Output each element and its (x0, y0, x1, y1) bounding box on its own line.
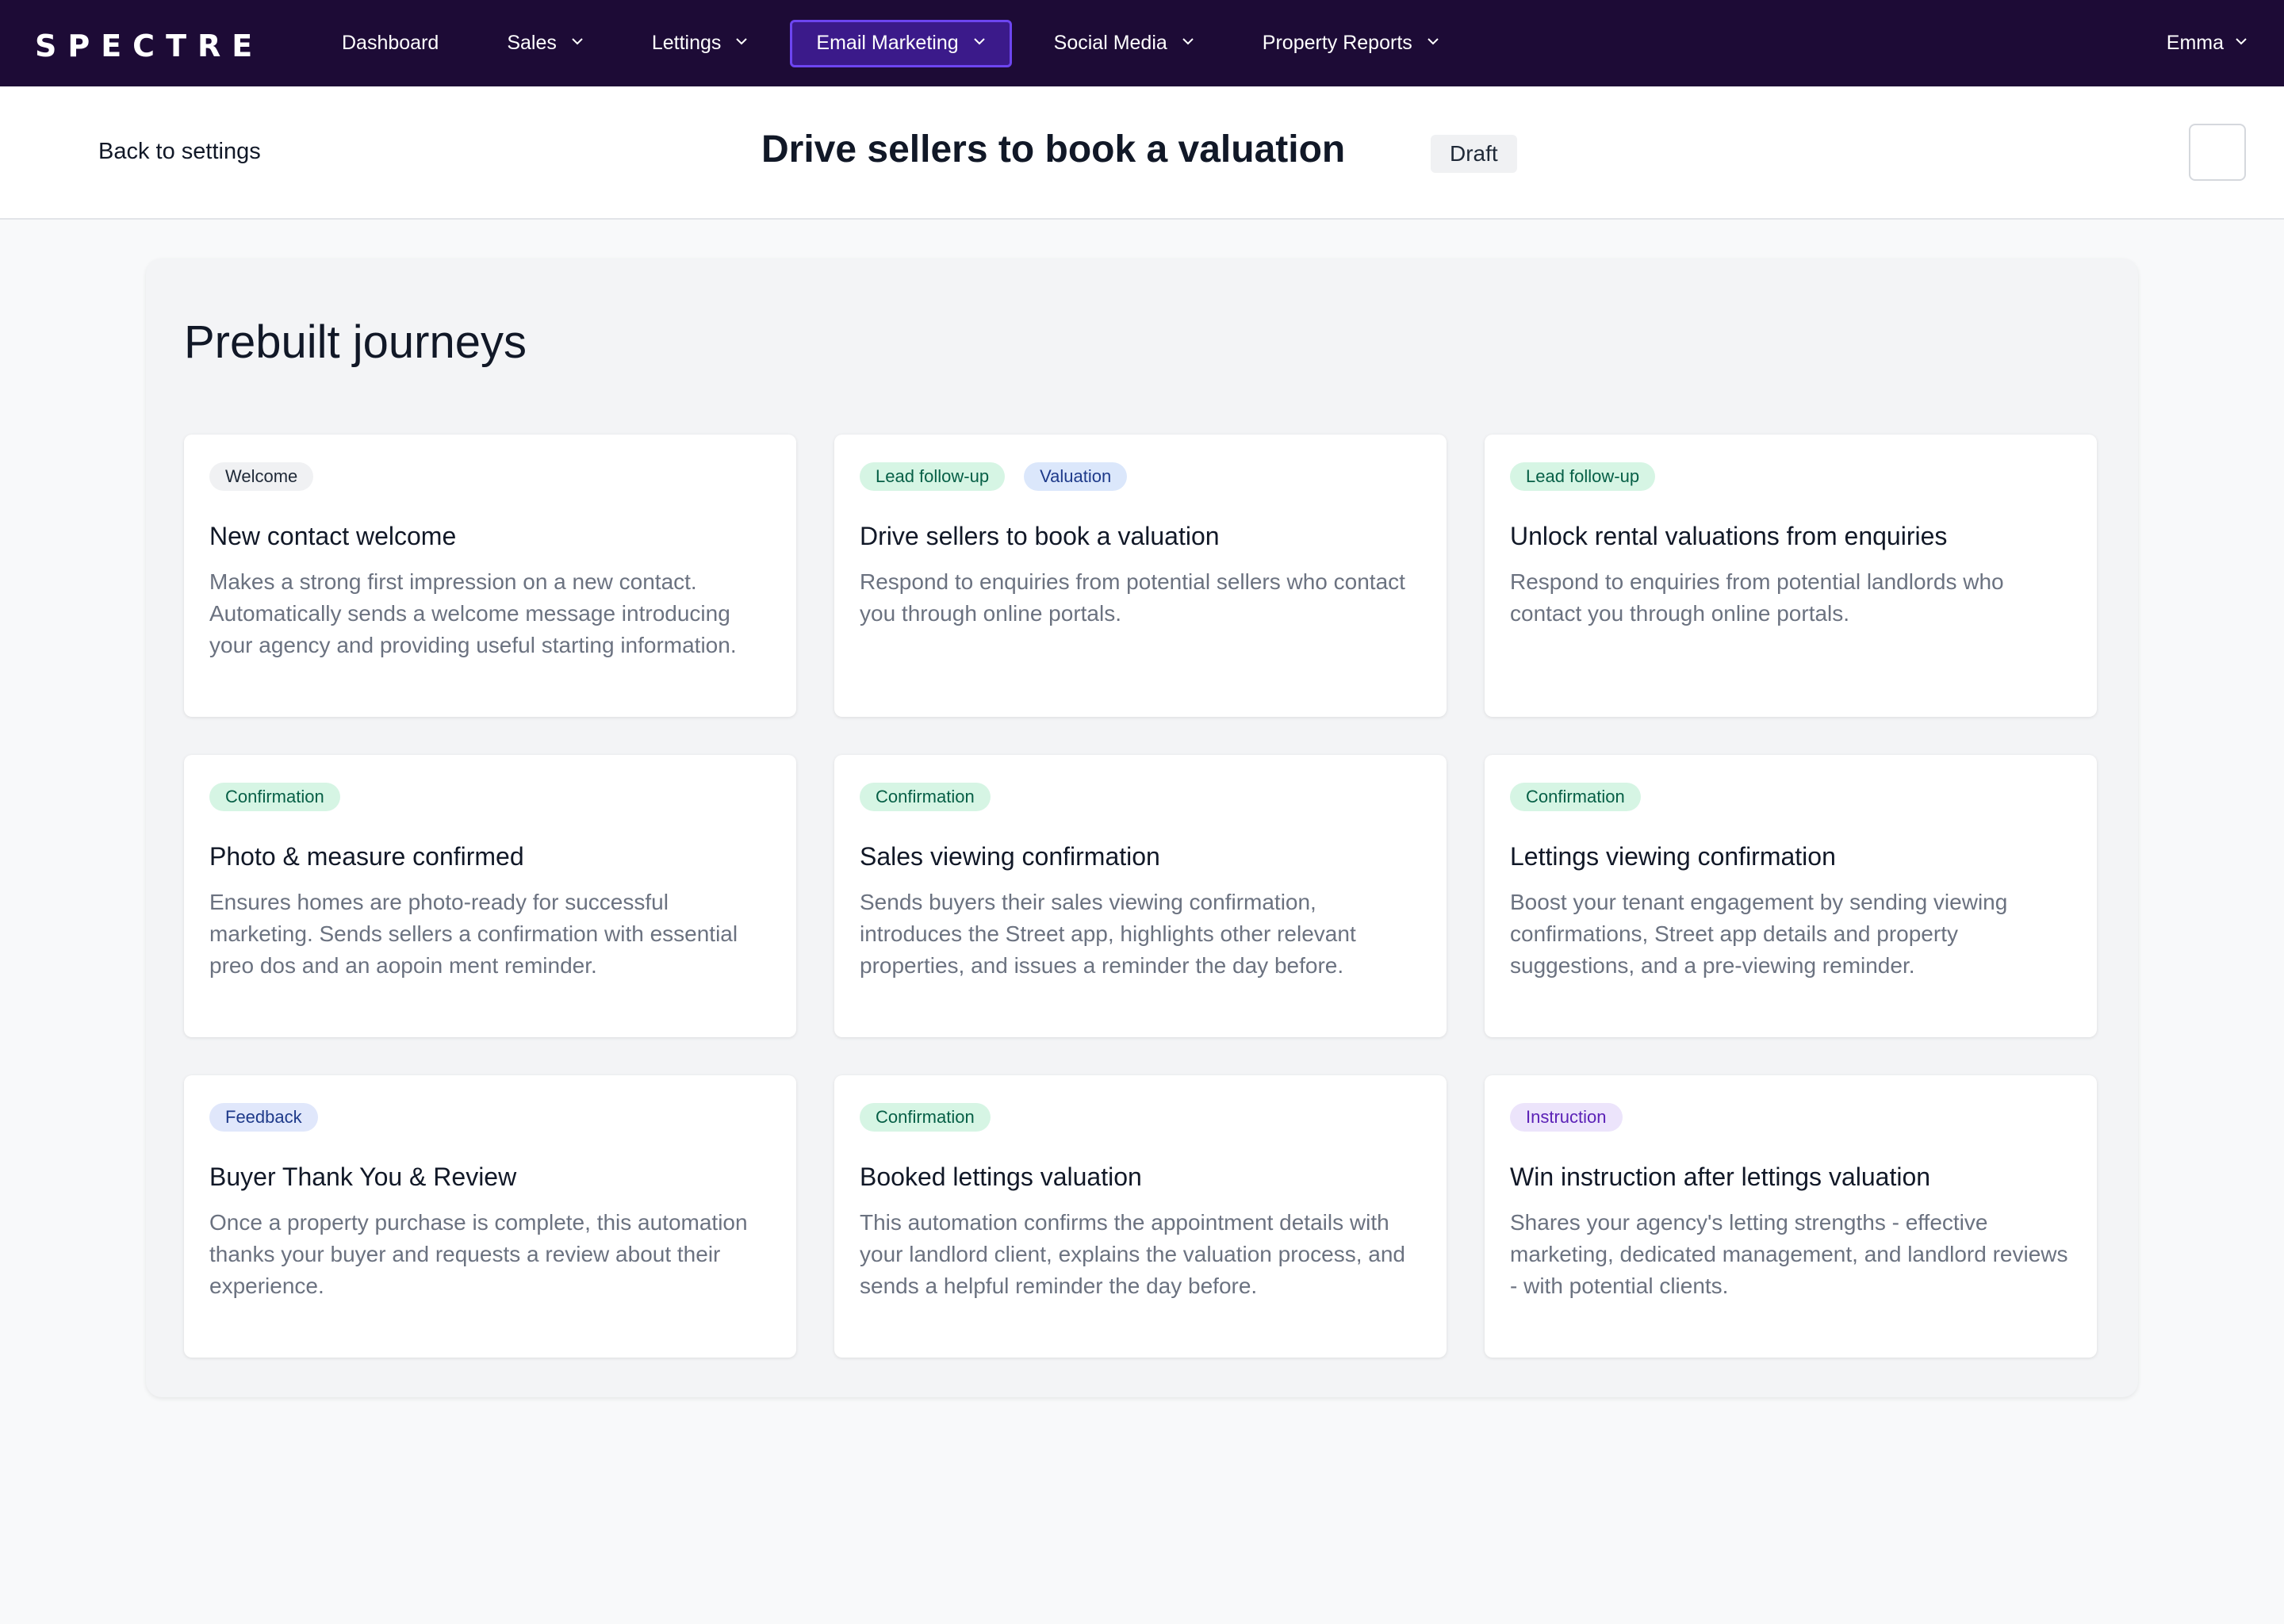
tag-lead-follow-up: Lead follow-up (860, 462, 1006, 491)
chevron-down-icon (1427, 35, 1439, 48)
nav-item-label: Dashboard (342, 32, 439, 54)
chevron-down-icon (735, 35, 748, 48)
nav-item-label: Sales (507, 32, 557, 54)
tag-confirmation: Confirmation (209, 783, 340, 811)
nav-item-label: Property Reports (1262, 32, 1412, 54)
tag-feedback: Feedback (209, 1103, 318, 1132)
top-navigation: SPECTRE Dashboard Sales Lettings Email Mark… (0, 0, 2284, 86)
card-tags: Instruction (1510, 1102, 2071, 1132)
journey-card[interactable]: Confirmation Sales viewing confirmation Se… (834, 755, 1447, 1037)
nav-item-label: Email Marketing (816, 32, 959, 54)
card-tags: Confirmation (860, 782, 1421, 812)
journey-card[interactable]: Confirmation Photo & measure confirmed Ens… (184, 755, 796, 1037)
nav-item-lettings[interactable]: Lettings (626, 20, 775, 67)
user-menu[interactable]: Emma (2167, 0, 2248, 86)
card-tags: Lead follow-up (1510, 462, 2071, 492)
card-tags: Welcome (209, 462, 771, 492)
nav-item-label: Social Media (1053, 32, 1167, 54)
card-title: Sales viewing confirmation (860, 842, 1160, 871)
journey-card[interactable]: Instruction Win instruction after letting… (1485, 1075, 2097, 1358)
card-description: Respond to enquiries from potential sell… (860, 569, 1405, 626)
journey-grid: Welcome New contact welcome Makes a strong… (184, 435, 2097, 1358)
card-title: Win instruction after lettings valuation (1510, 1162, 1931, 1191)
card-tags: Confirmation (209, 782, 771, 812)
card-description: Sends buyers their sales viewing confirm… (860, 890, 1356, 978)
card-title: New contact welcome (209, 522, 457, 550)
page-title: Drive sellers to book a valuation (761, 128, 1346, 170)
card-title: Buyer Thank You & Review (209, 1162, 517, 1191)
tag-valuation: Valuation (1024, 462, 1128, 491)
card-tags: Confirmation (1510, 782, 2071, 812)
card-description: Respond to enquiries from potential land… (1510, 569, 2004, 626)
card-title: Drive sellers to book a valuation (860, 522, 1220, 550)
nav-items: Dashboard Sales Lettings Email Marketing Soc… (316, 0, 1481, 86)
journey-card[interactable]: Welcome New contact welcome Makes a strong… (184, 435, 796, 717)
back-to-settings-link[interactable]: Back to settings (98, 139, 261, 165)
nav-item-sales[interactable]: Sales (481, 20, 610, 67)
card-description: Shares your agency's letting strengths -… (1510, 1210, 2068, 1298)
journey-card[interactable]: Feedback Buyer Thank You & Review Once a p… (184, 1075, 796, 1358)
prebuilt-journeys-panel: Prebuilt journeys Welcome New contact wel… (146, 259, 2138, 1397)
nav-item-email-marketing[interactable]: Email Marketing (790, 19, 1012, 67)
card-title: Lettings viewing confirmation (1510, 842, 1836, 871)
card-description: This automation confirms the appointment… (860, 1210, 1405, 1298)
tag-instruction: Instruction (1510, 1103, 1623, 1132)
card-title: Unlock rental valuations from enquiries (1510, 522, 1948, 550)
spectre-logo[interactable]: SPECTRE (35, 29, 263, 63)
card-title: Photo & measure confirmed (209, 842, 524, 871)
nav-item-dashboard[interactable]: Dashboard (316, 20, 465, 67)
nav-item-label: Lettings (651, 32, 722, 54)
status-badge: Draft (1431, 135, 1517, 173)
tag-lead-follow-up: Lead follow-up (1510, 462, 1656, 491)
tag-confirmation: Confirmation (1510, 783, 1641, 811)
card-description: Boost your tenant engagement by sending … (1510, 890, 2008, 978)
chevron-down-icon (2235, 35, 2248, 48)
page-header: Back to settings Drive sellers to book a… (0, 86, 2284, 220)
tag-confirmation: Confirmation (860, 1103, 991, 1132)
panel-title: Prebuilt journeys (184, 316, 527, 368)
chevron-down-icon (571, 35, 584, 48)
card-description: Ensures homes are photo-ready for succes… (209, 890, 738, 978)
nav-item-property-reports[interactable]: Property Reports (1236, 20, 1466, 67)
tag-confirmation: Confirmation (860, 783, 991, 811)
journey-card[interactable]: Confirmation Booked lettings valuation Thi… (834, 1075, 1447, 1358)
card-title: Booked lettings valuation (860, 1162, 1142, 1191)
card-description: Once a property purchase is complete, th… (209, 1210, 748, 1298)
options-button[interactable] (2189, 124, 2246, 181)
journey-card[interactable]: Lead follow-up Unlock rental valuations f… (1485, 435, 2097, 717)
tag-welcome: Welcome (209, 462, 314, 491)
journey-card[interactable]: Confirmation Lettings viewing confirmatio… (1485, 755, 2097, 1037)
card-description: Makes a strong first impression on a new… (209, 569, 737, 657)
card-tags: Confirmation (860, 1102, 1421, 1132)
user-name: Emma (2166, 32, 2224, 54)
nav-item-social-media[interactable]: Social Media (1028, 20, 1221, 67)
chevron-down-icon (973, 35, 986, 48)
chevron-down-icon (1182, 35, 1194, 48)
card-tags: Lead follow-up Valuation (860, 462, 1421, 492)
journey-card[interactable]: Lead follow-up Valuation Drive sellers to … (834, 435, 1447, 717)
card-tags: Feedback (209, 1102, 771, 1132)
